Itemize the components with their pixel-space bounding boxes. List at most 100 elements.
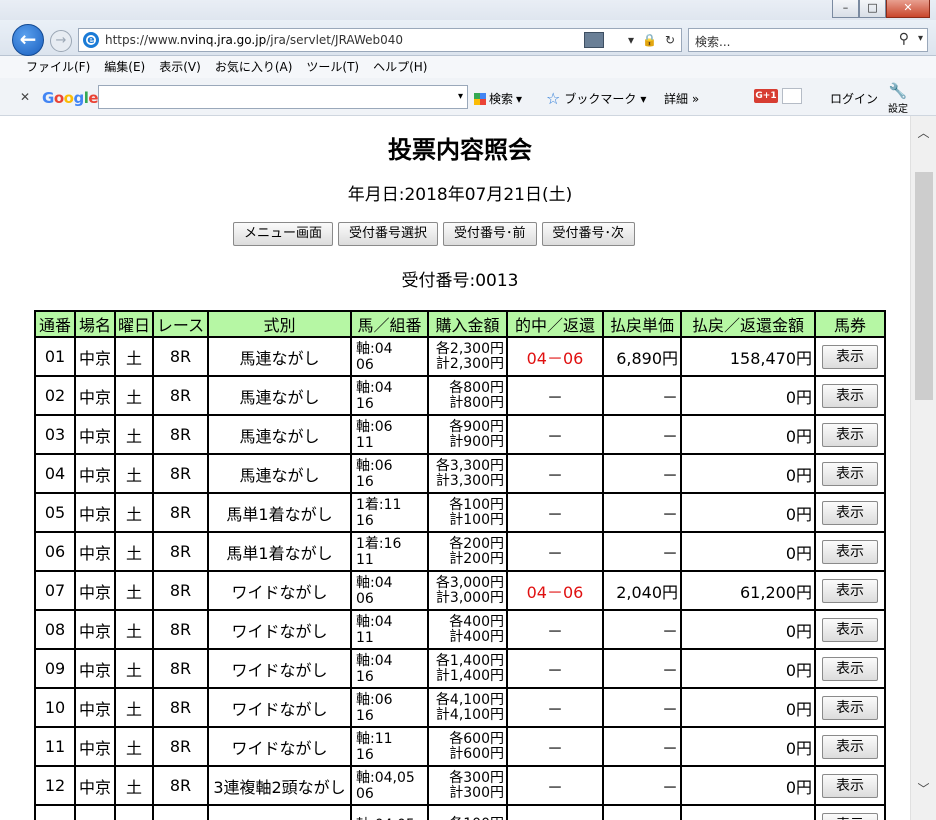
cell-day: 土 <box>114 336 154 377</box>
cell-purchase: 各400円 計400円 <box>427 609 508 650</box>
scroll-thumb[interactable] <box>915 172 933 400</box>
combo-partner: 06 <box>356 785 374 802</box>
table-row: 02 中京土 8R 馬連ながし 軸:04 16 各800円 計800円－－ 0円 表示 <box>34 375 886 416</box>
cell-payout-amount: 0円 <box>680 765 816 806</box>
search-icon[interactable]: ⚲ <box>899 31 909 47</box>
menu-bar: ファイル(F) 編集(E) 表示(V) お気に入り(A) ツール(T) ヘルプ(… <box>0 56 936 78</box>
table-row: 07 中京土 8R ワイドながし 軸:04 06 各3,000円 計3,000円 04－06 2,… <box>34 570 886 611</box>
lock-icon[interactable]: 🔒 <box>642 33 657 47</box>
maximize-icon[interactable]: □ <box>859 0 886 18</box>
browser-search-input[interactable]: 検索... ⚲ ▾ <box>688 28 928 52</box>
toolbar-close-icon[interactable]: ✕ <box>20 90 30 104</box>
cell-day: 土 <box>114 648 154 689</box>
more-button[interactable]: 詳細 » <box>664 90 699 107</box>
refresh-icon[interactable]: ↻ <box>665 33 675 47</box>
forward-arrow-icon[interactable]: → <box>50 30 72 52</box>
google-search-button[interactable]: 検索 ▾ <box>474 90 522 107</box>
menu-edit[interactable]: 編集(E) <box>104 56 145 78</box>
bookmark-button[interactable]: ☆ ブックマーク ▾ <box>546 90 646 107</box>
show-ticket-button[interactable]: 表示 <box>822 539 878 564</box>
vertical-scrollbar[interactable]: ︿ ﹀ <box>910 116 936 820</box>
show-ticket-button[interactable]: 表示 <box>822 578 878 603</box>
cell-venue: 中京 <box>74 648 116 689</box>
cell-purchase: 各600円 計600円 <box>427 726 508 767</box>
show-ticket-button[interactable]: 表示 <box>822 773 878 798</box>
menu-tools[interactable]: ツール(T) <box>306 56 359 78</box>
amount-each: 各900円 <box>449 418 504 435</box>
cell-serial: 02 <box>34 375 76 416</box>
dropdown-arrow-icon[interactable]: ▾ <box>628 33 634 47</box>
header-hit: 的中／返還 <box>506 310 604 338</box>
cell-bet-type: 馬連ながし <box>207 336 352 377</box>
cell-ticket: 表示 <box>814 726 886 767</box>
cell-combination: 軸:04 11 <box>350 609 429 650</box>
show-ticket-button[interactable]: 表示 <box>822 461 878 486</box>
cell-combination: 軸:06 16 <box>350 687 429 728</box>
table-row: 06 中京土 8R 馬単1着ながし 1着:16 11 各200円 計200円－－ 0円 表示 <box>34 531 886 572</box>
settings-button[interactable]: 🔧 設定 <box>888 82 908 115</box>
select-receipt-button[interactable]: 受付番号選択 <box>338 222 439 246</box>
show-ticket-button[interactable]: 表示 <box>822 500 878 525</box>
show-ticket-button[interactable]: 表示 <box>822 695 878 720</box>
cell-day: 土 <box>114 453 154 494</box>
show-ticket-button[interactable]: 表示 <box>822 422 878 447</box>
amount-each: 各3,300円 <box>435 457 504 474</box>
table-row: 11 中京土 8R ワイドながし 軸:11 16 各600円 計600円－－ 0円 表示 <box>34 726 886 767</box>
cell-ticket: 表示 <box>814 414 886 455</box>
bets-table: 通番 場名 曜日 レース 式別 馬／組番 購入金額 的中／返還 払戻単価 払戻／… <box>34 310 886 820</box>
cell-unit-payout: － <box>602 609 682 650</box>
amount-each: 各400円 <box>449 613 504 630</box>
search-dropdown-icon[interactable]: ▾ <box>918 33 923 44</box>
cell-ticket: 表示 <box>814 453 886 494</box>
combo-axis: 1着:11 <box>356 496 402 513</box>
navigation-buttons: メニュー画面 受付番号選択 受付番号･前 受付番号･次 <box>233 222 636 246</box>
scroll-up-icon[interactable]: ︿ <box>911 124 936 144</box>
cell-payout-amount: 0円 <box>680 375 816 416</box>
show-ticket-button[interactable]: 表示 <box>822 734 878 759</box>
receipt-number: 受付番号:0013 <box>401 271 519 291</box>
google-dropdown-icon[interactable]: ▾ <box>458 91 463 102</box>
menu-view[interactable]: 表示(V) <box>159 56 201 78</box>
show-ticket-button[interactable]: 表示 <box>822 617 878 642</box>
google-search-input[interactable]: ▾ <box>98 85 468 109</box>
cell-day: 土 <box>114 765 154 806</box>
menu-screen-button[interactable]: メニュー画面 <box>233 222 334 246</box>
cell-race: 8R <box>152 609 209 650</box>
close-icon[interactable]: ✕ <box>886 0 930 18</box>
header-bet-type: 式別 <box>207 310 352 338</box>
scroll-down-icon[interactable]: ﹀ <box>911 780 936 800</box>
cell-serial: 03 <box>34 414 76 455</box>
cell-serial: 06 <box>34 531 76 572</box>
menu-file[interactable]: ファイル(F) <box>26 56 90 78</box>
cell-hit: 04－06 <box>506 570 604 611</box>
cell-payout-amount: 0円 <box>680 609 816 650</box>
amount-total: 計100円 <box>449 511 504 528</box>
google-plus-icon[interactable]: G+1 <box>754 89 778 103</box>
show-ticket-button[interactable]: 表示 <box>822 344 878 369</box>
cell-purchase: 各900円 計900円 <box>427 414 508 455</box>
combo-partner: 16 <box>356 746 374 763</box>
search-placeholder: 検索... <box>695 35 731 49</box>
login-link[interactable]: ログイン <box>830 90 878 107</box>
minimize-icon[interactable]: – <box>832 0 859 18</box>
cell-purchase: 各3,300円 計3,300円 <box>427 453 508 494</box>
cell-payout-amount: 0円 <box>680 531 816 572</box>
next-receipt-button[interactable]: 受付番号･次 <box>541 222 636 246</box>
show-ticket-button[interactable]: 表示 <box>822 383 878 408</box>
cell-venue: 中京 <box>74 453 116 494</box>
combo-partner: 16 <box>356 395 374 412</box>
previous-receipt-button[interactable]: 受付番号･前 <box>443 222 537 246</box>
show-ticket-button[interactable]: 表示 <box>822 656 878 681</box>
url-field[interactable]: e https://www.nvinq.jra.go.jp/jra/servle… <box>78 28 682 52</box>
cell-payout-amount: 0円 <box>680 414 816 455</box>
compatibility-view-icon[interactable] <box>584 32 604 48</box>
menu-favorites[interactable]: お気に入り(A) <box>215 56 293 78</box>
cell-unit-payout: － <box>602 414 682 455</box>
cell-hit: － <box>506 765 604 806</box>
wrench-icon: 🔧 <box>888 82 908 100</box>
show-ticket-button[interactable]: 表示 <box>822 812 878 820</box>
cell-serial: 07 <box>34 570 76 611</box>
window-titlebar: – □ ✕ <box>0 0 936 20</box>
menu-help[interactable]: ヘルプ(H) <box>373 56 427 78</box>
back-arrow-icon[interactable]: ← <box>12 24 44 56</box>
